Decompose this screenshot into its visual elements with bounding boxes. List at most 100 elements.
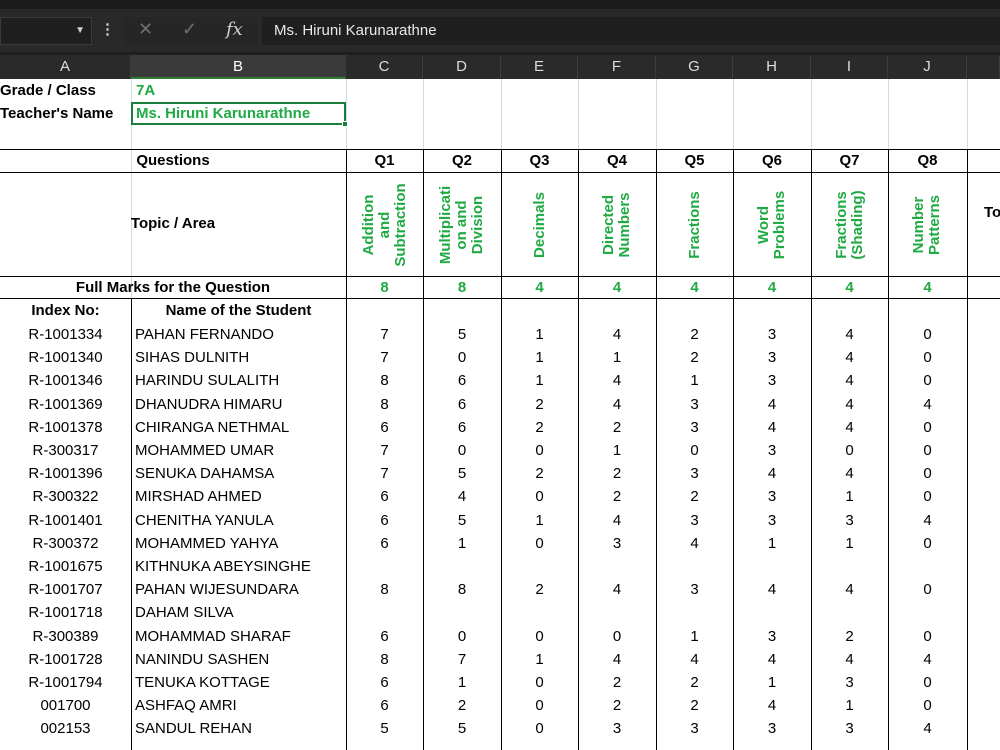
column-header-k[interactable] <box>967 55 1000 79</box>
mark-cell[interactable]: 4 <box>888 717 967 740</box>
student-name-cell[interactable]: KITHNUKA ABEYSINGHE <box>135 555 345 578</box>
mark-cell[interactable]: 0 <box>811 439 888 462</box>
mark-cell[interactable]: 5 <box>423 717 501 740</box>
student-name-cell[interactable]: SIHAS DULNITH <box>135 346 345 369</box>
mark-cell[interactable]: 1 <box>501 509 578 532</box>
total-cell[interactable] <box>967 717 1000 740</box>
mark-cell[interactable] <box>656 555 733 578</box>
mark-cell[interactable]: 4 <box>733 416 811 439</box>
index-cell[interactable]: R-1001346 <box>0 369 131 392</box>
mark-cell[interactable]: 7 <box>346 346 423 369</box>
mark-cell[interactable]: 4 <box>811 578 888 601</box>
column-header-e[interactable]: E <box>501 55 578 79</box>
mark-cell[interactable]: 0 <box>888 578 967 601</box>
total-cell[interactable] <box>967 416 1000 439</box>
mark-cell[interactable]: 1 <box>811 485 888 508</box>
mark-cell[interactable]: 0 <box>501 485 578 508</box>
total-cell[interactable] <box>967 555 1000 578</box>
mark-cell[interactable] <box>501 555 578 578</box>
mark-cell[interactable]: 2 <box>578 485 656 508</box>
mark-cell[interactable]: 0 <box>888 625 967 648</box>
student-name-cell[interactable]: PAHAN FERNANDO <box>135 323 345 346</box>
total-cell[interactable] <box>967 625 1000 648</box>
mark-cell[interactable]: 4 <box>578 369 656 392</box>
mark-cell[interactable]: 0 <box>888 439 967 462</box>
mark-cell[interactable]: 4 <box>423 485 501 508</box>
more-vertical-icon[interactable]: ⋮ <box>100 20 115 38</box>
student-name-cell[interactable]: TENUKA KOTTAGE <box>135 671 345 694</box>
mark-cell[interactable]: 2 <box>656 671 733 694</box>
student-name-cell[interactable]: MOHAMMAD SHARAF <box>135 625 345 648</box>
mark-cell[interactable]: 0 <box>423 346 501 369</box>
mark-cell[interactable]: 0 <box>888 462 967 485</box>
mark-cell[interactable]: 6 <box>423 369 501 392</box>
index-cell[interactable]: 001700 <box>0 694 131 717</box>
mark-cell[interactable]: 4 <box>578 393 656 416</box>
mark-cell[interactable]: 8 <box>423 578 501 601</box>
mark-cell[interactable]: 6 <box>346 532 423 555</box>
total-cell[interactable] <box>967 694 1000 717</box>
student-name-cell[interactable]: DAHAM SILVA <box>135 601 345 624</box>
mark-cell[interactable]: 1 <box>656 369 733 392</box>
mark-cell[interactable]: 1 <box>501 346 578 369</box>
mark-cell[interactable]: 2 <box>811 625 888 648</box>
column-header-j[interactable]: J <box>888 55 967 79</box>
student-name-cell[interactable]: DHANUDRA HIMARU <box>135 393 345 416</box>
mark-cell[interactable]: 2 <box>578 694 656 717</box>
total-cell[interactable] <box>967 485 1000 508</box>
mark-cell[interactable]: 4 <box>578 323 656 346</box>
student-name-cell[interactable]: CHENITHA YANULA <box>135 509 345 532</box>
mark-cell[interactable]: 8 <box>346 369 423 392</box>
mark-cell[interactable]: 1 <box>501 369 578 392</box>
mark-cell[interactable]: 3 <box>733 509 811 532</box>
index-cell[interactable]: 002153 <box>0 717 131 740</box>
mark-cell[interactable] <box>578 555 656 578</box>
mark-cell[interactable]: 0 <box>578 625 656 648</box>
mark-cell[interactable]: 4 <box>888 648 967 671</box>
index-cell[interactable]: R-1001675 <box>0 555 131 578</box>
mark-cell[interactable]: 4 <box>811 323 888 346</box>
mark-cell[interactable]: 4 <box>811 648 888 671</box>
mark-cell[interactable]: 3 <box>656 509 733 532</box>
mark-cell[interactable]: 2 <box>501 578 578 601</box>
mark-cell[interactable]: 1 <box>423 671 501 694</box>
mark-cell[interactable]: 0 <box>888 694 967 717</box>
worksheet-grid[interactable]: Grade / Class 7A Teacher's Name Ms. Hiru… <box>0 79 1000 750</box>
mark-cell[interactable]: 0 <box>888 485 967 508</box>
mark-cell[interactable]: 4 <box>656 648 733 671</box>
mark-cell[interactable] <box>346 601 423 624</box>
mark-cell[interactable]: 0 <box>501 694 578 717</box>
student-name-cell[interactable]: HARINDU SULALITH <box>135 369 345 392</box>
mark-cell[interactable]: 2 <box>656 346 733 369</box>
mark-cell[interactable]: 4 <box>811 393 888 416</box>
total-cell[interactable] <box>967 369 1000 392</box>
mark-cell[interactable]: 4 <box>733 648 811 671</box>
mark-cell[interactable]: 0 <box>501 625 578 648</box>
mark-cell[interactable]: 4 <box>733 578 811 601</box>
mark-cell[interactable]: 1 <box>733 671 811 694</box>
mark-cell[interactable]: 2 <box>501 393 578 416</box>
mark-cell[interactable]: 6 <box>423 393 501 416</box>
mark-cell[interactable] <box>578 601 656 624</box>
index-cell[interactable]: R-1001396 <box>0 462 131 485</box>
total-cell[interactable] <box>967 393 1000 416</box>
mark-cell[interactable]: 0 <box>423 625 501 648</box>
mark-cell[interactable]: 3 <box>656 393 733 416</box>
chevron-down-icon[interactable]: ▼ <box>75 25 85 36</box>
mark-cell[interactable]: 3 <box>811 671 888 694</box>
mark-cell[interactable]: 3 <box>733 625 811 648</box>
mark-cell[interactable]: 6 <box>346 416 423 439</box>
column-header-h[interactable]: H <box>733 55 811 79</box>
index-cell[interactable]: R-300317 <box>0 439 131 462</box>
mark-cell[interactable] <box>888 601 967 624</box>
mark-cell[interactable] <box>501 601 578 624</box>
mark-cell[interactable]: 1 <box>423 532 501 555</box>
index-cell[interactable]: R-1001718 <box>0 601 131 624</box>
mark-cell[interactable]: 4 <box>578 509 656 532</box>
mark-cell[interactable]: 4 <box>733 393 811 416</box>
mark-cell[interactable]: 4 <box>811 416 888 439</box>
column-header-c[interactable]: C <box>346 55 423 79</box>
mark-cell[interactable]: 0 <box>888 323 967 346</box>
student-name-cell[interactable]: CHIRANGA NETHMAL <box>135 416 345 439</box>
mark-cell[interactable] <box>423 601 501 624</box>
